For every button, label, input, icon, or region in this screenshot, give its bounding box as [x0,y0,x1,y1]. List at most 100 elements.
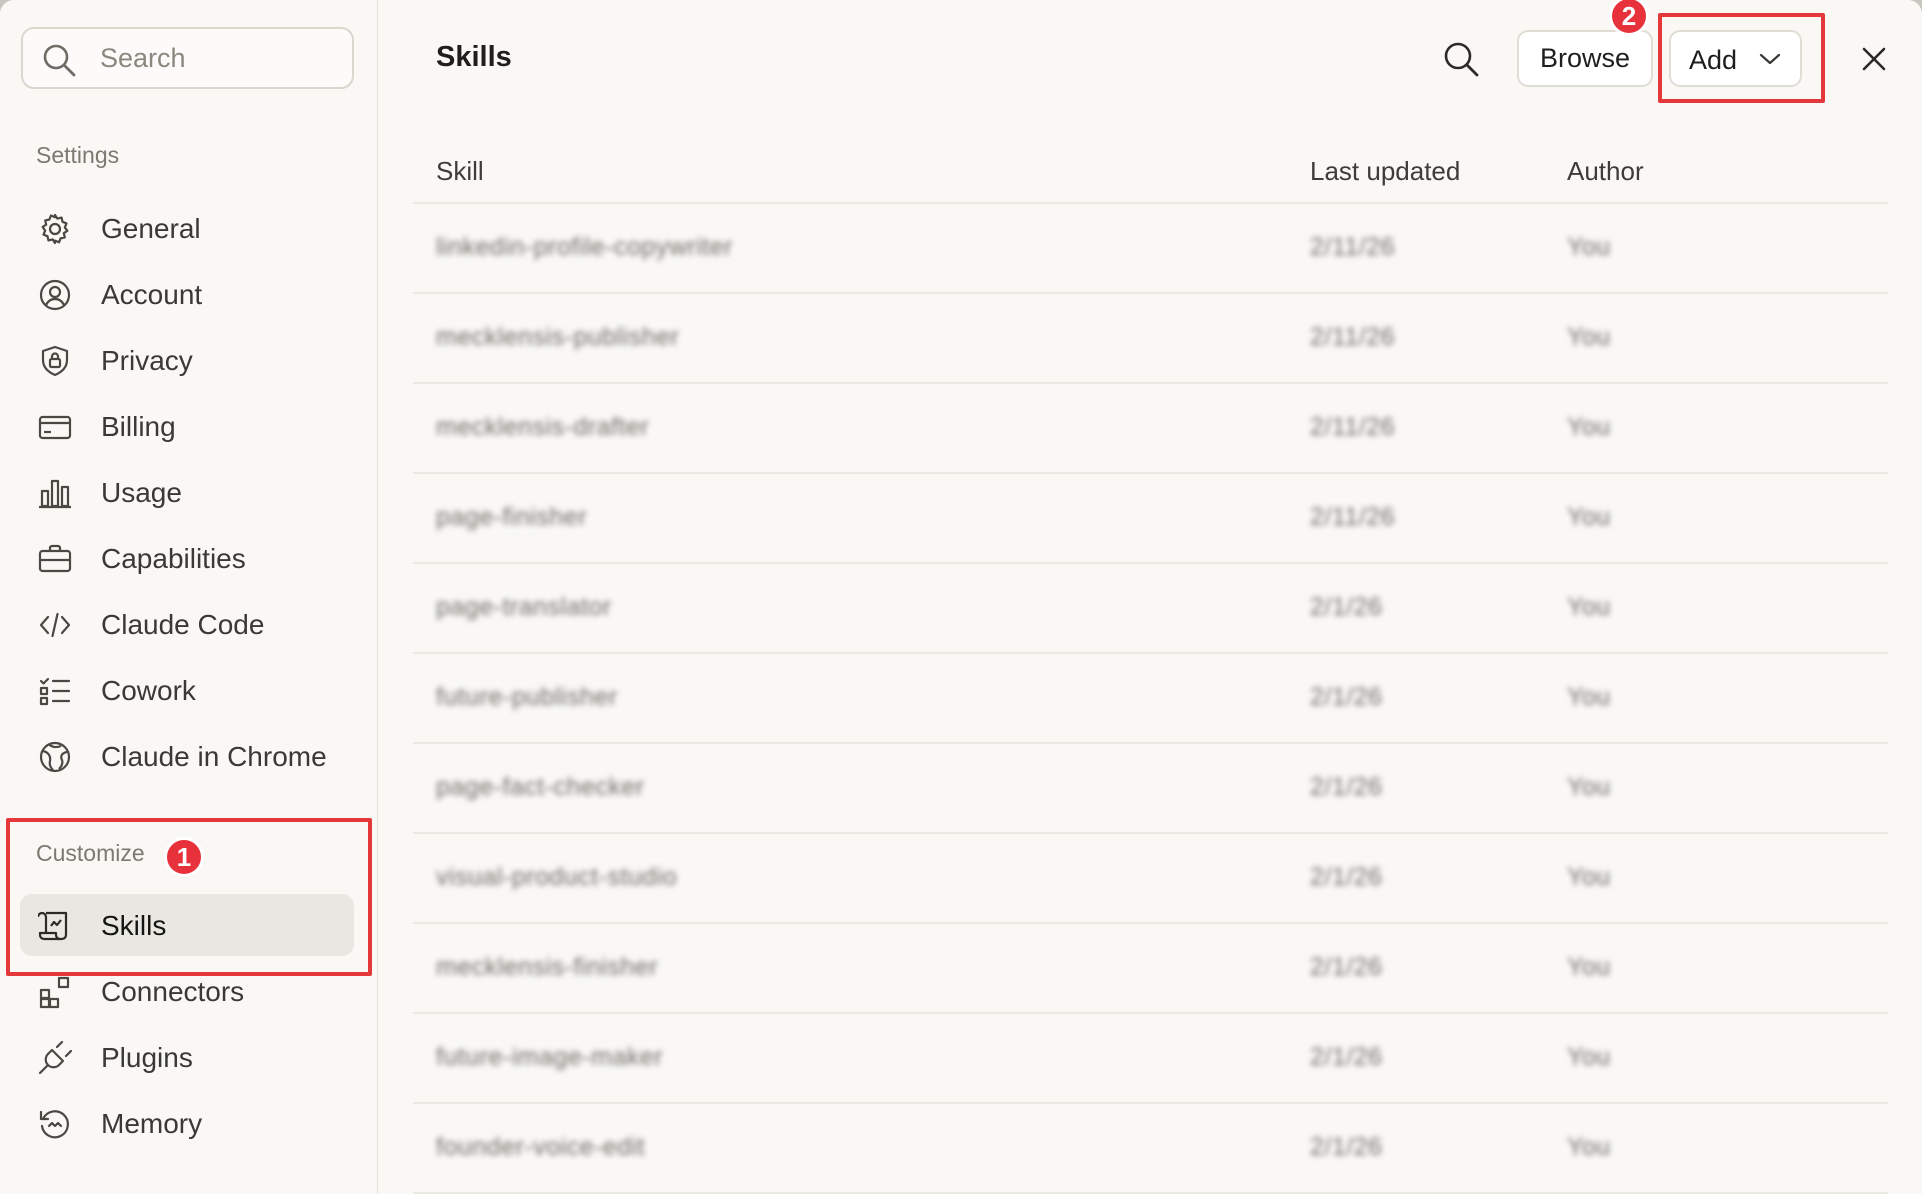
skill-date: 2/1/26 [1310,593,1383,621]
checklist-icon [38,674,72,708]
table-row[interactable]: visual-product-studio 2/1/26 You [413,834,1888,924]
table-row[interactable]: mecklensis-drafter 2/11/26 You [413,384,1888,474]
sidebar-item-label: Billing [101,411,176,442]
table-row[interactable]: page-fact-checker 2/1/26 You [413,744,1888,834]
skill-date: 2/1/26 [1310,773,1383,801]
skills-search-button[interactable] [1440,38,1482,80]
bar-chart-icon [38,476,72,510]
shield-lock-icon [38,344,72,378]
skill-date: 2/1/26 [1310,863,1383,891]
table-row[interactable]: page-translator 2/1/26 You [413,564,1888,654]
sidebar-item-capabilities[interactable]: Capabilities [20,527,354,589]
add-button[interactable]: Add [1669,30,1802,87]
sidebar-item-label: Plugins [101,1042,193,1073]
browse-button[interactable]: Browse [1517,30,1653,87]
skill-author: You [1567,1133,1611,1161]
annotation-badge-1: 1 [164,837,204,877]
user-circle-icon [38,278,72,312]
skill-name: mecklensis-publisher [436,323,680,351]
skill-author: You [1567,593,1611,621]
skill-date: 2/1/26 [1310,683,1383,711]
page-title: Skills [436,41,512,73]
column-header-skill: Skill [436,156,484,186]
history-icon [38,1107,72,1141]
table-row[interactable]: future-image-maker 2/1/26 You [413,1014,1888,1104]
globe-icon [38,740,72,774]
blocks-icon [38,975,72,1009]
sidebar-item-plugins[interactable]: Plugins [20,1026,354,1088]
skill-name: page-fact-checker [436,773,645,801]
skill-author: You [1567,323,1611,351]
sidebar-item-label: Usage [101,477,182,508]
code-icon [38,608,72,642]
skill-name: founder-voice-edit [436,1133,646,1161]
main-panel: Skills Browse Add 2 Skill Last updated A… [379,0,1922,1194]
table-row[interactable]: page-finisher 2/11/26 You [413,474,1888,564]
skill-author: You [1567,953,1611,981]
skill-author: You [1567,503,1611,531]
scroll-icon [38,909,72,943]
sidebar-item-label: General [101,213,201,244]
skill-date: 2/1/26 [1310,1133,1383,1161]
column-header-author: Author [1567,156,1644,186]
search-icon [1444,42,1479,77]
sidebar-item-general[interactable]: General [20,197,354,259]
skill-name: future-image-maker [436,1043,664,1071]
sidebar-item-label: Skills [101,910,167,941]
sidebar-item-label: Privacy [101,345,193,376]
sidebar-item-label: Claude Code [101,609,265,640]
table-row[interactable]: future-publisher 2/1/26 You [413,654,1888,744]
skill-author: You [1567,413,1611,441]
column-header-last-updated: Last updated [1310,156,1461,186]
search-icon [43,44,76,77]
table-body: linkedin-profile-copywriter 2/11/26 You me… [413,204,1888,1194]
skill-author: You [1567,1043,1611,1071]
sidebar-item-account[interactable]: Account [20,263,354,325]
skill-date: 2/11/26 [1310,323,1396,351]
skill-name: page-finisher [436,503,588,531]
skill-date: 2/11/26 [1310,413,1396,441]
sidebar-item-privacy[interactable]: Privacy [20,329,354,391]
search-input[interactable] [100,29,340,87]
table-row[interactable]: mecklensis-publisher 2/11/26 You [413,294,1888,384]
skill-name: page-translator [436,593,612,621]
sidebar-item-billing[interactable]: Billing [20,395,354,457]
sidebar-item-label: Capabilities [101,543,246,574]
gear-icon [38,212,72,246]
briefcase-icon [38,542,72,576]
skill-date: 2/11/26 [1310,503,1396,531]
sidebar-item-skills[interactable]: Skills [20,894,354,956]
sidebar-item-label: Memory [101,1108,203,1139]
settings-section-label: Settings [36,142,120,168]
table-row[interactable]: linkedin-profile-copywriter 2/11/26 You [413,204,1888,294]
skill-author: You [1567,683,1611,711]
skill-author: You [1567,233,1611,261]
sidebar-item-usage[interactable]: Usage [20,461,354,523]
sidebar-item-claude-in-chrome[interactable]: Claude in Chrome [20,725,354,787]
sidebar-item-label: Cowork [101,675,196,706]
sidebar-item-connectors[interactable]: Connectors [20,960,354,1022]
skill-date: 2/1/26 [1310,953,1383,981]
sidebar-item-memory[interactable]: Memory [20,1092,354,1154]
close-icon [1862,47,1886,71]
search-box[interactable] [21,27,354,89]
credit-card-icon [38,410,72,444]
skill-name: mecklensis-drafter [436,413,650,441]
table-header: Skill Last updated Author [413,142,1888,204]
skills-table: Skill Last updated Author linkedin-profi… [413,142,1888,1194]
skill-author: You [1567,863,1611,891]
chevron-down-icon [1759,53,1781,65]
table-row[interactable]: founder-voice-edit 2/1/26 You [413,1104,1888,1194]
sidebar-item-cowork[interactable]: Cowork [20,659,354,721]
close-button[interactable] [1857,42,1891,76]
sidebar-item-claude-code[interactable]: Claude Code [20,593,354,655]
skill-name: visual-product-studio [436,863,678,891]
customize-section-label: Customize [36,840,145,866]
table-row[interactable]: mecklensis-finisher 2/1/26 You [413,924,1888,1014]
skill-name: future-publisher [436,683,618,711]
sidebar-item-label: Account [101,279,203,310]
sidebar: Settings General Account [0,0,378,1194]
sidebar-item-label: Claude in Chrome [101,741,327,772]
skill-author: You [1567,773,1611,801]
skill-name: linkedin-profile-copywriter [436,233,733,261]
